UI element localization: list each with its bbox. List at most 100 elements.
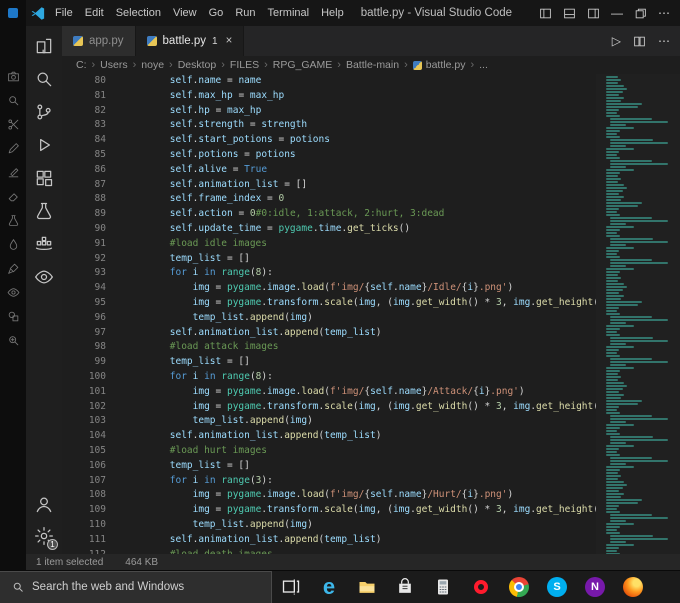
code-line[interactable]: 99 temp_list = [] [62, 355, 596, 370]
marker-icon[interactable] [7, 166, 20, 179]
extensions-icon[interactable] [34, 168, 54, 188]
line-number[interactable]: 82 [62, 104, 124, 119]
zoom-icon[interactable] [7, 334, 20, 347]
breadcrumb-item[interactable]: ... [479, 59, 488, 71]
eraser-icon[interactable] [7, 190, 20, 203]
menu-terminal[interactable]: Terminal [268, 7, 310, 19]
shape-icon[interactable] [7, 310, 20, 323]
line-number[interactable]: 110 [62, 518, 124, 533]
line-number[interactable]: 81 [62, 89, 124, 104]
line-number[interactable]: 104 [62, 429, 124, 444]
taskbar-store[interactable] [386, 571, 424, 603]
line-number[interactable]: 98 [62, 340, 124, 355]
flask-icon[interactable] [7, 214, 20, 227]
line-number[interactable]: 102 [62, 400, 124, 415]
search-icon[interactable] [7, 94, 20, 107]
menu-go[interactable]: Go [209, 7, 224, 19]
code-line[interactable]: 97 self.animation_list.append(temp_list) [62, 326, 596, 341]
eye-icon[interactable] [7, 286, 20, 299]
run-python-file-button[interactable]: ▷ [612, 34, 621, 48]
code-line[interactable]: 92 temp_list = [] [62, 252, 596, 267]
line-number[interactable]: 84 [62, 133, 124, 148]
line-number[interactable]: 111 [62, 533, 124, 548]
color-picker-icon[interactable] [7, 238, 20, 251]
line-number[interactable]: 87 [62, 178, 124, 193]
taskbar-calculator[interactable] [424, 571, 462, 603]
minimap[interactable] [596, 74, 680, 570]
preview-icon[interactable] [34, 267, 54, 287]
code-line[interactable]: 90 self.update_time = pygame.time.get_ti… [62, 222, 596, 237]
line-number[interactable]: 107 [62, 474, 124, 489]
breadcrumb-item[interactable]: Desktop [178, 59, 217, 71]
line-number[interactable]: 89 [62, 207, 124, 222]
search-icon[interactable] [34, 69, 54, 89]
screenshot-icon[interactable] [7, 70, 20, 83]
line-number[interactable]: 99 [62, 355, 124, 370]
line-number[interactable]: 91 [62, 237, 124, 252]
line-number[interactable]: 95 [62, 296, 124, 311]
restore-button[interactable] [634, 7, 647, 20]
breadcrumb-item[interactable]: noye [141, 59, 164, 71]
menu-run[interactable]: Run [235, 7, 255, 19]
code-line[interactable]: 96 temp_list.append(img) [62, 311, 596, 326]
line-number[interactable]: 109 [62, 503, 124, 518]
line-number[interactable]: 93 [62, 266, 124, 281]
line-number[interactable]: 96 [62, 311, 124, 326]
code-line[interactable]: 89 self.action = 0#0:idle, 1:attack, 2:h… [62, 207, 596, 222]
breadcrumb-item[interactable]: Users [100, 59, 127, 71]
taskbar-search-box[interactable]: Search the web and Windows [0, 570, 272, 603]
taskbar-edge[interactable]: e [310, 571, 348, 603]
code-line[interactable]: 87 self.animation_list = [] [62, 178, 596, 193]
code-line[interactable]: 95 img = pygame.transform.scale(img, (im… [62, 296, 596, 311]
taskbar-opera[interactable] [462, 571, 500, 603]
menu-file[interactable]: File [55, 7, 73, 19]
account-icon[interactable] [34, 494, 54, 514]
taskbar-chrome[interactable] [500, 571, 538, 603]
tab-close-button[interactable]: × [226, 35, 233, 47]
scissors-icon[interactable] [7, 118, 20, 131]
line-number[interactable]: 94 [62, 281, 124, 296]
code-line[interactable]: 88 self.frame_index = 0 [62, 192, 596, 207]
toggle-panel-icon[interactable] [563, 7, 576, 20]
code-line[interactable]: 91 #load idle images [62, 237, 596, 252]
code-line[interactable]: 104 self.animation_list.append(temp_list… [62, 429, 596, 444]
line-number[interactable]: 108 [62, 488, 124, 503]
tab-app.py[interactable]: app.py [62, 26, 136, 56]
menu-edit[interactable]: Edit [85, 7, 104, 19]
code-line[interactable]: 94 img = pygame.image.load(f'img/{self.n… [62, 281, 596, 296]
line-number[interactable]: 90 [62, 222, 124, 237]
code-line[interactable]: 85 self.potions = potions [62, 148, 596, 163]
breadcrumb-item[interactable]: FILES [230, 59, 259, 71]
code-line[interactable]: 84 self.start_potions = potions [62, 133, 596, 148]
line-number[interactable]: 100 [62, 370, 124, 385]
code-line[interactable]: 100 for i in range(8): [62, 370, 596, 385]
minimize-button[interactable]: — [611, 7, 623, 19]
settings-icon[interactable]: 1 [34, 526, 58, 550]
code-line[interactable]: 108 img = pygame.image.load(f'img/{self.… [62, 488, 596, 503]
menu-help[interactable]: Help [321, 7, 344, 19]
explorer-icon[interactable] [34, 36, 54, 56]
line-number[interactable]: 88 [62, 192, 124, 207]
code-line[interactable]: 103 temp_list.append(img) [62, 414, 596, 429]
code-line[interactable]: 83 self.strength = strength [62, 118, 596, 133]
line-number[interactable]: 85 [62, 148, 124, 163]
run-debug-icon[interactable] [34, 135, 54, 155]
line-number[interactable]: 92 [62, 252, 124, 267]
code-line[interactable]: 98 #load attack images [62, 340, 596, 355]
line-number[interactable]: 106 [62, 459, 124, 474]
breadcrumb-item[interactable]: Battle-main [346, 59, 399, 71]
taskbar-onenote[interactable]: N [576, 571, 614, 603]
breadcrumb-item[interactable]: C: [76, 59, 87, 71]
code-line[interactable]: 101 img = pygame.image.load(f'img/{self.… [62, 385, 596, 400]
taskbar-skype[interactable]: S [538, 571, 576, 603]
split-editor-icon[interactable] [633, 35, 646, 48]
testing-icon[interactable] [34, 201, 54, 221]
line-number[interactable]: 101 [62, 385, 124, 400]
code-line[interactable]: 80 self.name = name [62, 74, 596, 89]
taskbar-file-explorer[interactable] [348, 571, 386, 603]
breadcrumb-item[interactable]: RPG_GAME [273, 59, 333, 71]
code-line[interactable]: 102 img = pygame.transform.scale(img, (i… [62, 400, 596, 415]
code-line[interactable]: 81 self.max_hp = max_hp [62, 89, 596, 104]
menu-view[interactable]: View [173, 7, 197, 19]
more-actions-button[interactable]: ⋯ [658, 7, 670, 19]
